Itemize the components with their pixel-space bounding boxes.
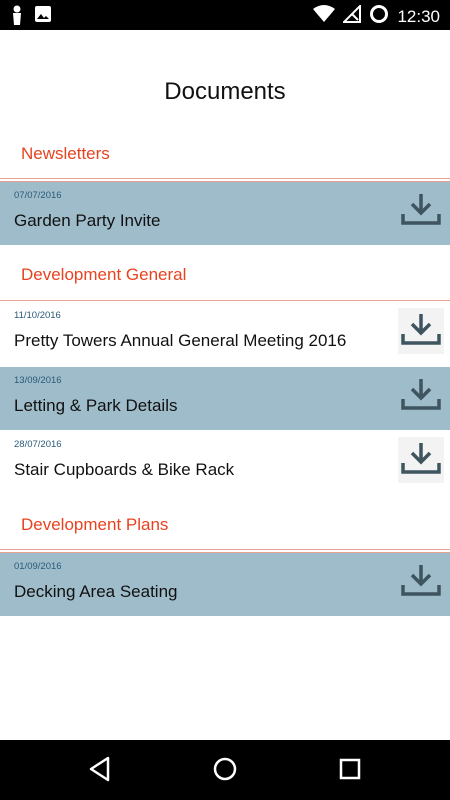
status-right-icons: 12:30 [313,3,440,29]
section-header-newsletters: Newsletters [21,144,110,163]
document-date: 13/09/2016 [14,375,62,386]
page-title: Documents [164,78,286,105]
image-icon [34,5,52,30]
document-name: Letting & Park Details [14,396,178,415]
recents-button[interactable] [336,757,364,785]
sync-icon [369,4,389,29]
document-name: Stair Cupboards & Bike Rack [14,460,235,479]
no-signal-icon [342,3,362,28]
download-button[interactable] [398,373,444,419]
document-row[interactable]: 28/07/2016 Stair Cupboards & Bike Rack [0,431,450,494]
document-date: 07/07/2016 [14,190,62,201]
download-icon [401,312,441,351]
status-time: 12:30 [397,6,440,26]
document-date: 01/09/2016 [14,561,62,572]
download-icon [401,441,441,480]
home-button[interactable] [211,757,239,785]
status-bar: 12:30 [0,0,450,30]
document-row[interactable]: 07/07/2016 Garden Party Invite [0,182,450,245]
document-date: 28/07/2016 [14,439,62,450]
document-row[interactable]: 13/09/2016 Letting & Park Details [0,367,450,430]
document-name: Pretty Towers Annual General Meeting 201… [14,331,347,350]
section-header-development-plans: Development Plans [21,515,169,534]
wifi-icon [313,5,336,28]
document-date: 11/10/2016 [14,310,61,321]
navigation-bar [0,740,450,800]
section-divider [0,300,450,301]
back-icon [88,756,112,787]
document-name: Decking Area Seating [14,582,178,601]
document-row[interactable]: 01/09/2016 Decking Area Seating [0,553,450,616]
person-icon [10,5,24,30]
download-icon [401,192,441,231]
back-button[interactable] [86,756,114,787]
download-button[interactable] [398,308,444,354]
download-icon [401,563,441,602]
status-left-icons [10,5,52,30]
download-button[interactable] [398,188,444,234]
download-button[interactable] [398,559,444,605]
document-name: Garden Party Invite [14,211,161,230]
recents-icon [338,757,362,786]
download-icon [401,377,441,416]
home-icon [212,756,238,787]
section-header-development-general: Development General [21,265,187,284]
download-button[interactable] [398,437,444,483]
document-row[interactable]: 11/10/2016 Pretty Towers Annual General … [0,302,450,365]
